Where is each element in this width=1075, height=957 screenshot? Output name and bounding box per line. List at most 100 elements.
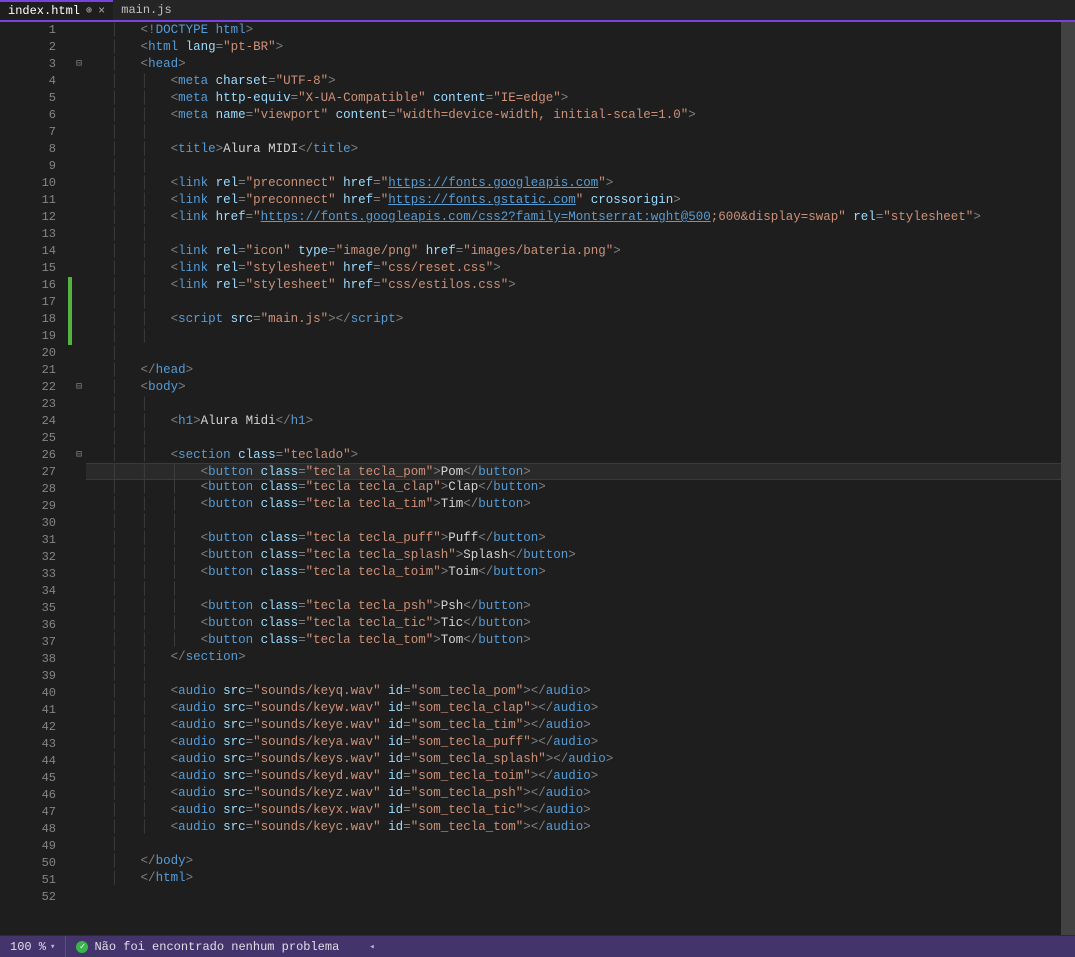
tab-label: index.html [8, 4, 80, 18]
zoom-control[interactable]: 100 % ▾ [0, 936, 66, 957]
fold-toggle-icon [72, 498, 86, 515]
code-line[interactable]: │ │ │ <button class="tecla tecla_toim">T… [86, 564, 1075, 581]
code-line[interactable]: │ </head> [86, 362, 1075, 379]
code-line[interactable]: │ [86, 836, 1075, 853]
code-line[interactable]: │ </html> [86, 870, 1075, 887]
code-line[interactable]: │ │ │ <button class="tecla tecla_pom">Po… [86, 463, 1075, 480]
code-line[interactable]: │ │ <section class="teclado"> [86, 447, 1075, 464]
code-line[interactable]: │ │ <audio src="sounds/keya.wav" id="som… [86, 734, 1075, 751]
fold-column: ⊟ ⊟ ⊟ [72, 22, 86, 935]
code-line[interactable]: │ │ │ <button class="tecla tecla_tim">Ti… [86, 496, 1075, 513]
code-line[interactable]: │ │ │ [86, 581, 1075, 598]
chevron-left-icon[interactable]: ◂ [369, 942, 374, 952]
code-line[interactable]: │ │ <h1>Alura Midi</h1> [86, 413, 1075, 430]
code-line[interactable]: │ │ <link rel="preconnect" href="https:/… [86, 175, 1075, 192]
fold-toggle-icon [72, 770, 86, 787]
code-line[interactable]: │ │ [86, 158, 1075, 175]
tab-bar: index.html ⊕ × main.js [0, 0, 1075, 22]
code-line[interactable]: │ │ [86, 124, 1075, 141]
code-line[interactable]: │ │ │ <button class="tecla tecla_splash"… [86, 547, 1075, 564]
code-line[interactable]: │ │ <link rel="stylesheet" href="css/res… [86, 260, 1075, 277]
code-line[interactable]: │ │ <link rel="preconnect" href="https:/… [86, 192, 1075, 209]
code-line[interactable]: │ │ <audio src="sounds/keyz.wav" id="som… [86, 785, 1075, 802]
code-line[interactable]: │ │ <audio src="sounds/keye.wav" id="som… [86, 717, 1075, 734]
fold-toggle-icon [72, 532, 86, 549]
code-line[interactable]: │ <body> [86, 379, 1075, 396]
code-line[interactable]: │ │ [86, 396, 1075, 413]
fold-toggle-icon [72, 838, 86, 855]
code-line[interactable]: │ │ │ <button class="tecla tecla_tic">Ti… [86, 615, 1075, 632]
fold-toggle-icon [72, 192, 86, 209]
problems-text: Não foi encontrado nenhum problema [94, 940, 339, 954]
vertical-scrollbar[interactable] [1061, 22, 1075, 935]
code-line[interactable]: │ │ [86, 226, 1075, 243]
fold-toggle-icon [72, 872, 86, 889]
code-line[interactable]: │ │ [86, 666, 1075, 683]
code-line[interactable]: │ │ <audio src="sounds/keys.wav" id="som… [86, 751, 1075, 768]
code-line[interactable]: │ │ [86, 294, 1075, 311]
code-line[interactable]: │ │ <title>Alura MIDI</title> [86, 141, 1075, 158]
fold-toggle-icon [72, 787, 86, 804]
check-icon: ✓ [76, 941, 88, 953]
code-area[interactable]: │ <!DOCTYPE html> │ <html lang="pt-BR"> … [86, 22, 1075, 935]
fold-toggle-icon [72, 73, 86, 90]
code-line[interactable]: │ [86, 345, 1075, 362]
fold-toggle-icon [72, 90, 86, 107]
code-line[interactable]: │ │ <audio src="sounds/keyx.wav" id="som… [86, 802, 1075, 819]
code-line[interactable]: │ │ <meta http-equiv="X-UA-Compatible" c… [86, 90, 1075, 107]
code-line[interactable]: │ │ <link rel="stylesheet" href="css/est… [86, 277, 1075, 294]
fold-toggle-icon [72, 124, 86, 141]
code-line[interactable]: │ <html lang="pt-BR"> [86, 39, 1075, 56]
problems-status[interactable]: ✓ Não foi encontrado nenhum problema [66, 940, 349, 954]
fold-toggle-icon [72, 277, 86, 294]
fold-toggle-icon [72, 260, 86, 277]
status-bar: 100 % ▾ ✓ Não foi encontrado nenhum prob… [0, 935, 1075, 957]
zoom-level: 100 % [10, 940, 46, 954]
code-line[interactable]: │ │ [86, 328, 1075, 345]
code-line[interactable]: │ │ <script src="main.js"></script> [86, 311, 1075, 328]
fold-toggle-icon [72, 22, 86, 39]
fold-toggle-icon [72, 362, 86, 379]
fold-toggle-icon [72, 481, 86, 498]
tab-main-js[interactable]: main.js [113, 0, 179, 20]
close-icon[interactable]: × [98, 4, 105, 18]
fold-toggle-icon [72, 209, 86, 226]
fold-toggle-icon [72, 396, 86, 413]
code-line[interactable]: │ │ [86, 430, 1075, 447]
fold-toggle-icon [72, 719, 86, 736]
fold-toggle-icon [72, 311, 86, 328]
tab-label: main.js [121, 3, 171, 17]
fold-toggle-icon [72, 294, 86, 311]
code-line[interactable]: │ │ │ [86, 513, 1075, 530]
fold-toggle-icon [72, 464, 86, 481]
code-line[interactable]: │ │ │ <button class="tecla tecla_puff">P… [86, 530, 1075, 547]
fold-toggle-icon [72, 821, 86, 838]
code-line[interactable]: │ │ <link href="https://fonts.googleapis… [86, 209, 1075, 226]
fold-toggle-icon[interactable]: ⊟ [72, 447, 86, 464]
fold-toggle-icon [72, 702, 86, 719]
pin-icon[interactable]: ⊕ [86, 5, 92, 17]
fold-toggle-icon [72, 175, 86, 192]
fold-toggle-icon[interactable]: ⊟ [72, 379, 86, 396]
code-line[interactable]: │ <!DOCTYPE html> [86, 22, 1075, 39]
code-line[interactable] [86, 887, 1075, 904]
code-line[interactable]: │ │ <meta name="viewport" content="width… [86, 107, 1075, 124]
code-line[interactable]: │ │ │ <button class="tecla tecla_psh">Ps… [86, 598, 1075, 615]
tab-index-html[interactable]: index.html ⊕ × [0, 0, 113, 20]
code-line[interactable]: │ │ <meta charset="UTF-8"> [86, 73, 1075, 90]
code-line[interactable]: │ │ <audio src="sounds/keyc.wav" id="som… [86, 819, 1075, 836]
code-line[interactable]: │ │ <audio src="sounds/keyd.wav" id="som… [86, 768, 1075, 785]
code-line[interactable]: │ </body> [86, 853, 1075, 870]
code-line[interactable]: │ │ <audio src="sounds/keyw.wav" id="som… [86, 700, 1075, 717]
code-line[interactable]: │ │ │ <button class="tecla tecla_tom">To… [86, 632, 1075, 649]
code-line[interactable]: │ │ </section> [86, 649, 1075, 666]
code-line[interactable]: │ │ <audio src="sounds/keyq.wav" id="som… [86, 683, 1075, 700]
fold-toggle-icon [72, 141, 86, 158]
editor[interactable]: 1234567891011121314151617181920212223242… [0, 22, 1075, 935]
fold-toggle-icon[interactable]: ⊟ [72, 56, 86, 73]
code-line[interactable]: │ │ <link rel="icon" type="image/png" hr… [86, 243, 1075, 260]
fold-toggle-icon [72, 753, 86, 770]
code-line[interactable]: │ │ │ <button class="tecla tecla_clap">C… [86, 479, 1075, 496]
fold-toggle-icon [72, 889, 86, 906]
code-line[interactable]: │ <head> [86, 56, 1075, 73]
